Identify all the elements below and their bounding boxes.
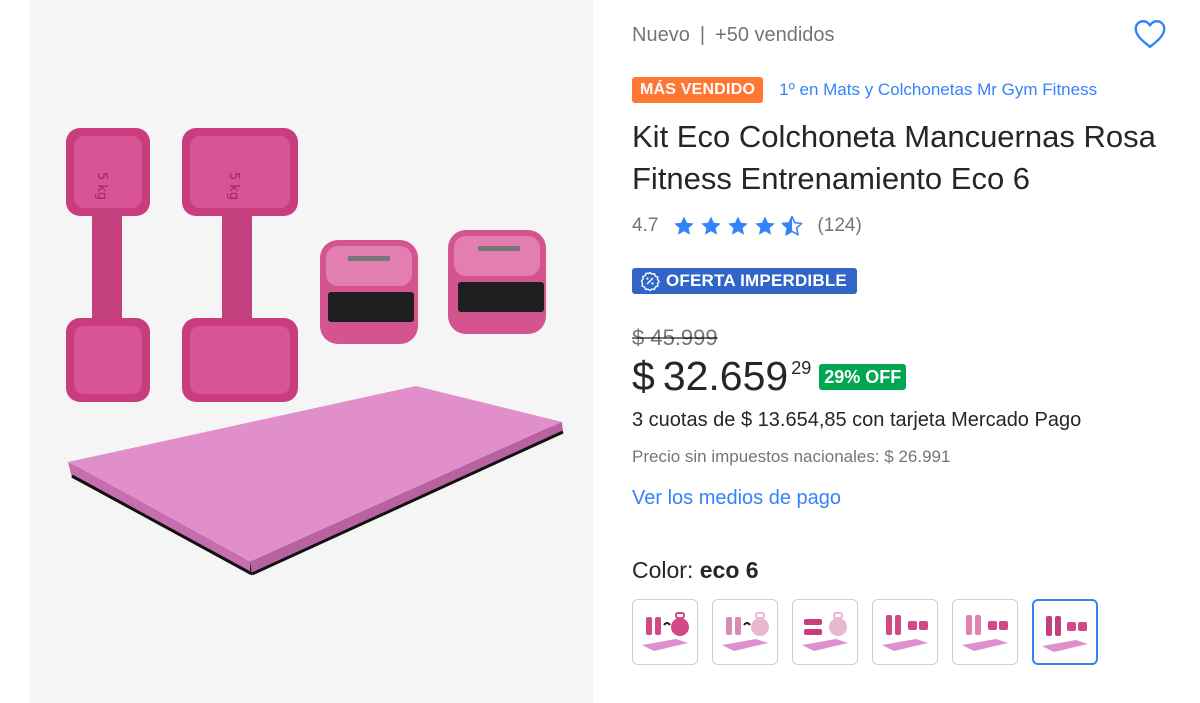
- swatch-thumbnail: [802, 612, 848, 651]
- swatch-thumbnail: [1042, 616, 1088, 652]
- payment-methods-link[interactable]: Ver los medios de pago: [632, 487, 841, 510]
- ankle-weight-right: [448, 230, 546, 334]
- star-half-icon: [781, 215, 803, 236]
- price-amount: 32.659: [662, 353, 789, 399]
- meta-separator: |: [699, 24, 706, 46]
- deal-label: OFERTA IMPERDIBLE: [666, 271, 847, 290]
- product-meta: Nuevo | +50 vendidos: [632, 24, 835, 47]
- star-full-icon: [674, 216, 695, 235]
- discount-icon: [640, 271, 660, 291]
- star-full-icon: [728, 216, 749, 235]
- color-swatches: [632, 599, 1112, 665]
- favorite-button[interactable]: [1132, 16, 1168, 52]
- color-selector-label: Color: eco 6: [632, 557, 759, 584]
- condition-label: Nuevo: [632, 24, 690, 46]
- color-swatch-4[interactable]: [872, 599, 938, 665]
- color-swatch-3[interactable]: [792, 599, 858, 665]
- current-price: $ 32.659 29 29% OFF: [632, 350, 907, 402]
- swatch-thumbnail: [642, 612, 689, 651]
- mat: [68, 386, 564, 576]
- rating-value: 4.7: [632, 215, 659, 236]
- dumbbell-right: 5 kg: [182, 128, 298, 402]
- dumbbell-left: 5 kg: [66, 128, 150, 402]
- original-price: $ 45.999: [632, 325, 718, 350]
- swatch-thumbnail: [722, 612, 769, 651]
- selected-color-value: eco 6: [699, 557, 759, 583]
- weight-label: 5 kg: [94, 172, 109, 200]
- review-count: (124): [817, 215, 862, 236]
- rating-row[interactable]: 4.7 (124): [632, 214, 862, 238]
- category-rank-link[interactable]: 1º en Mats y Colchonetas Mr Gym Fitness: [779, 80, 1097, 100]
- price-currency: $: [632, 353, 655, 399]
- swatch-thumbnail: [882, 615, 928, 651]
- color-swatch-6[interactable]: [1032, 599, 1098, 665]
- product-info: Nuevo | +50 vendidos MÁS VENDIDO 1º en Mat…: [632, 0, 1172, 703]
- color-swatch-2[interactable]: [712, 599, 778, 665]
- star-full-icon: [701, 216, 722, 235]
- color-swatch-5[interactable]: [952, 599, 1018, 665]
- sold-count: +50 vendidos: [715, 24, 835, 46]
- product-image[interactable]: 5 kg 5 kg: [30, 0, 593, 703]
- color-swatch-1[interactable]: [632, 599, 698, 665]
- highlight-row: MÁS VENDIDO 1º en Mats y Colchonetas Mr …: [632, 77, 1097, 103]
- star-full-icon: [755, 216, 776, 235]
- ankle-weight-left: [320, 240, 418, 344]
- swatch-thumbnail: [962, 615, 1008, 651]
- tax-note: Precio sin impuestos nacionales: $ 26.99…: [632, 447, 951, 466]
- product-photo: 5 kg 5 kg: [66, 128, 564, 576]
- best-seller-badge: MÁS VENDIDO: [632, 77, 764, 103]
- discount-badge: 29% OFF: [819, 364, 907, 390]
- deal-badge: OFERTA IMPERDIBLE: [632, 268, 857, 294]
- rating-stars: [672, 214, 807, 238]
- color-label-prefix: Color:: [632, 557, 694, 583]
- product-title: Kit Eco Colchoneta Mancuernas Rosa Fitne…: [632, 119, 1156, 196]
- price-cents: 29: [791, 358, 812, 378]
- weight-label: 5 kg: [226, 172, 241, 200]
- installments-text: 3 cuotas de $ 13.654,85 con tarjeta Merc…: [632, 409, 1082, 431]
- heart-icon: [1134, 20, 1166, 48]
